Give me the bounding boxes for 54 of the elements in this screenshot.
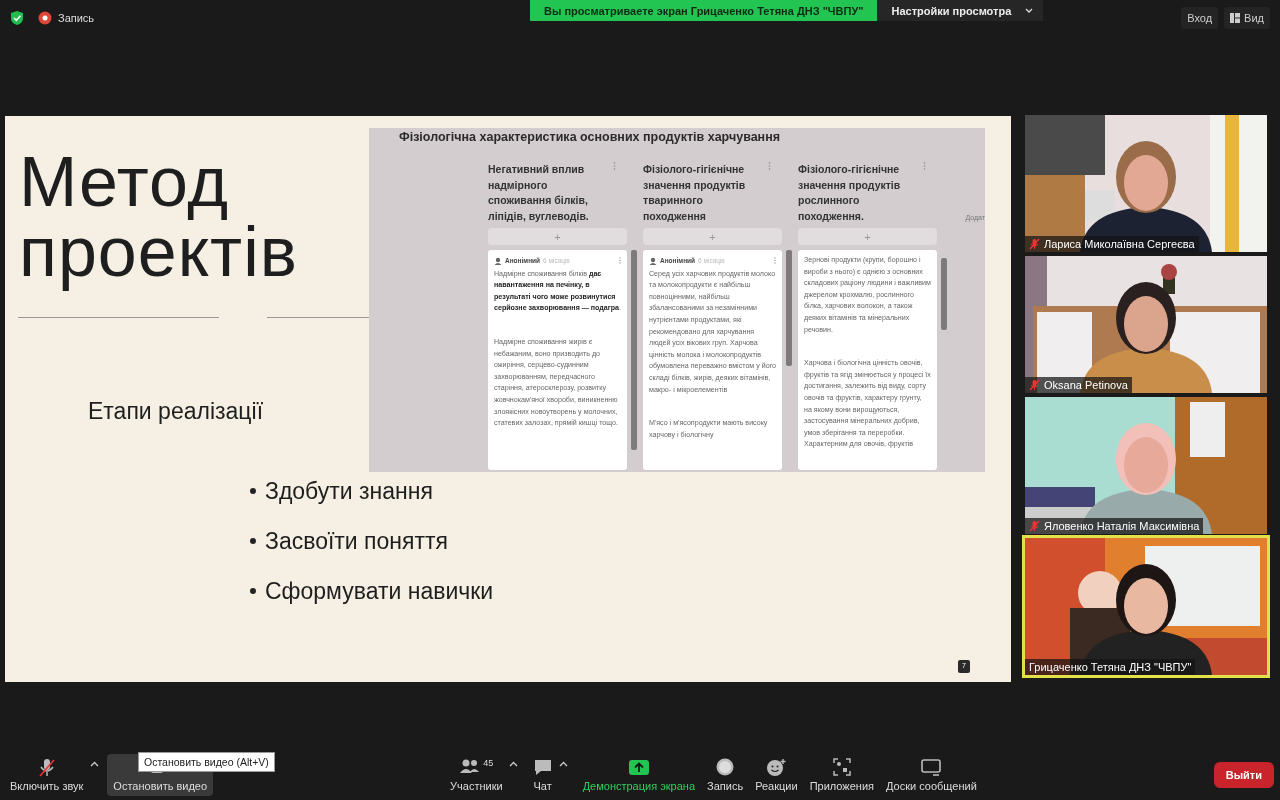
bullet-text: Здобути знання xyxy=(265,477,433,506)
shield-icon[interactable] xyxy=(10,9,24,26)
board-title: Фізіологічна характеристика основних продуктів харчування xyxy=(399,130,780,144)
bullet-text: Засвоїти поняття xyxy=(265,527,449,556)
caret-icon[interactable] xyxy=(559,761,569,767)
participant-count: 45 xyxy=(483,758,494,768)
toolbar-button[interactable]: Доски сообщений xyxy=(880,754,983,796)
more-icon[interactable] xyxy=(768,162,771,170)
more-icon[interactable] xyxy=(923,162,926,170)
recording-label: Запись xyxy=(58,11,95,24)
column-heading: Фізіолого-гігієнічне значення продуктів рослинного походження. xyxy=(798,162,902,224)
more-icon[interactable] xyxy=(613,162,616,170)
toolbar-button[interactable]: Запись xyxy=(701,754,750,796)
chat-icon xyxy=(532,758,553,776)
name-text: Грицаченко Тетяна ДНЗ "ЧВПУ" xyxy=(1029,661,1192,673)
record-icon xyxy=(715,757,736,777)
column-heading: Фізіолого-гігієнічне значення продуктів тваринного походження xyxy=(643,162,747,224)
screen-share-banner: Вы просматриваете экран Грицаченко Тетяна ДНЗ "ЧВПУ" xyxy=(530,0,878,21)
bullet-dot xyxy=(250,488,256,494)
bullet-text: Сформувати навички xyxy=(265,577,494,606)
people-icon xyxy=(459,758,481,774)
name-text: Лариса Миколаївна Сергеєва xyxy=(1044,238,1195,250)
caret-icon xyxy=(1025,8,1034,13)
bullet-dot xyxy=(250,538,256,544)
sign-in-button[interactable]: Вход xyxy=(1181,6,1219,29)
name-text: Oksana Petinova xyxy=(1044,379,1128,391)
caret-icon[interactable] xyxy=(509,761,519,767)
bullet-dot xyxy=(250,588,256,594)
share-screen-icon xyxy=(627,758,650,777)
avatar-icon xyxy=(649,256,657,265)
slide-subtitle: Етапи реалізації xyxy=(88,398,263,425)
view-button[interactable]: Вид xyxy=(1224,6,1270,29)
toolbar-button[interactable]: Чат xyxy=(526,754,559,796)
column-heading: Негативний вплив надмірного споживання білків, ліпідів, вуглеводів. xyxy=(488,162,590,224)
caret-icon[interactable] xyxy=(89,761,99,767)
view-options-button[interactable]: Настройки просмотра xyxy=(877,0,1044,21)
grid-icon xyxy=(1230,12,1241,23)
name-text: Яловенко Наталія Максимівна xyxy=(1044,520,1200,532)
scrollbar[interactable] xyxy=(941,258,947,330)
toolbar-button[interactable]: Демонстрация экрана xyxy=(576,754,702,796)
record-icon xyxy=(38,10,52,25)
leave-button[interactable]: Выйти xyxy=(1213,762,1274,788)
whiteboard-icon xyxy=(921,758,942,777)
toolbar-button[interactable]: Реакции xyxy=(749,754,804,796)
muted-mic-icon xyxy=(36,758,57,777)
toolbar-button[interactable]: Приложения xyxy=(803,754,880,796)
scrollbar[interactable] xyxy=(631,250,637,450)
avatar-icon xyxy=(494,256,502,265)
toolbar-button[interactable]: Включить звук xyxy=(4,754,90,796)
tooltip: Остановить видео (Alt+V) xyxy=(138,752,275,772)
apps-icon xyxy=(831,757,852,777)
toolbar-button[interactable]: 45 Участники xyxy=(444,754,509,796)
smiley-icon xyxy=(766,758,787,777)
scrollbar[interactable] xyxy=(786,250,792,366)
